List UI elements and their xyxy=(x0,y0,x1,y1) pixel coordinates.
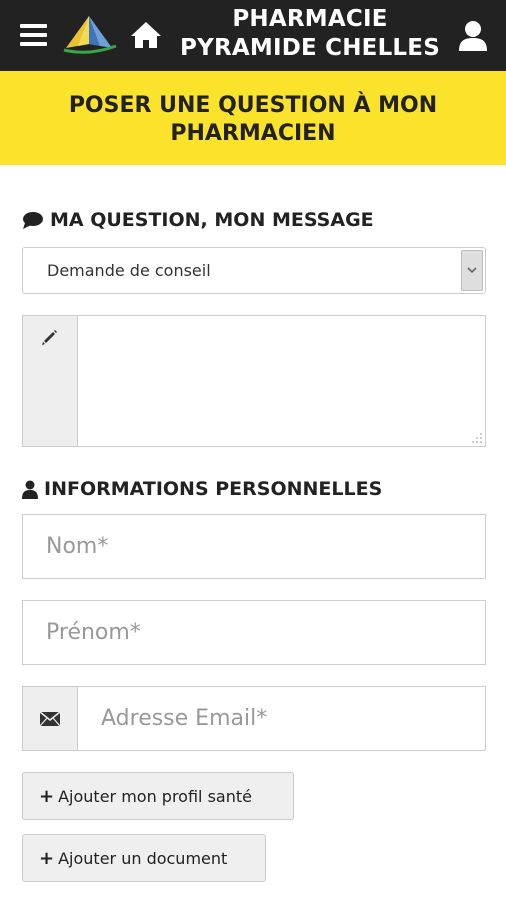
email-placeholder: Adresse Email* xyxy=(101,706,268,731)
app-title: PHARMACIE PYRAMIDE CHELLES xyxy=(172,5,448,63)
envelope-icon xyxy=(40,712,60,726)
question-section-label: MA QUESTION, MON MESSAGE xyxy=(50,209,374,231)
nom-input[interactable]: Nom* xyxy=(22,514,486,579)
add-document-label: Ajouter un document xyxy=(58,848,228,868)
add-health-profile-label: Ajouter mon profil santé xyxy=(58,786,252,806)
app-title-line2: PYRAMIDE CHELLES xyxy=(180,35,440,61)
app-title-line1: PHARMACIE xyxy=(232,6,388,32)
prenom-placeholder: Prénom* xyxy=(46,620,141,645)
plus-icon: + xyxy=(39,785,55,807)
page-title-line2: PHARMACIEN xyxy=(170,121,336,146)
pencil-icon xyxy=(42,330,57,345)
personal-section-title: INFORMATIONS PERSONNELLES xyxy=(22,476,382,502)
page-title: POSER UNE QUESTION À MON PHARMACIEN xyxy=(20,92,486,148)
page-banner: POSER UNE QUESTION À MON PHARMACIEN xyxy=(0,71,506,165)
comment-icon xyxy=(23,211,43,229)
home-icon[interactable] xyxy=(130,20,162,50)
question-type-select[interactable]: Demande de conseil xyxy=(22,247,486,294)
user-icon xyxy=(22,480,38,499)
email-field[interactable]: Adresse Email* xyxy=(22,686,486,751)
message-addon xyxy=(23,316,78,446)
plus-icon: + xyxy=(39,847,55,869)
resize-grip-icon[interactable] xyxy=(472,433,482,443)
add-health-profile-button[interactable]: + Ajouter mon profil santé xyxy=(22,772,294,820)
question-section-title: MA QUESTION, MON MESSAGE xyxy=(22,207,374,233)
page-title-line1: POSER UNE QUESTION À MON xyxy=(68,93,438,118)
nom-placeholder: Nom* xyxy=(46,534,109,559)
hamburger-menu-icon[interactable] xyxy=(20,24,47,48)
select-arrow-button[interactable] xyxy=(461,250,483,291)
user-account-icon[interactable] xyxy=(458,20,488,52)
app-header: PHARMACIE PYRAMIDE CHELLES xyxy=(0,0,506,71)
email-addon xyxy=(23,687,78,750)
prenom-input[interactable]: Prénom* xyxy=(22,600,486,665)
chevron-down-icon xyxy=(467,267,477,274)
personal-section-label: INFORMATIONS PERSONNELLES xyxy=(44,478,383,500)
pharmacy-logo[interactable] xyxy=(60,12,118,58)
message-field-group xyxy=(22,315,486,447)
message-textarea[interactable] xyxy=(79,316,485,446)
question-type-value: Demande de conseil xyxy=(47,261,211,280)
add-document-button[interactable]: + Ajouter un document xyxy=(22,834,266,882)
